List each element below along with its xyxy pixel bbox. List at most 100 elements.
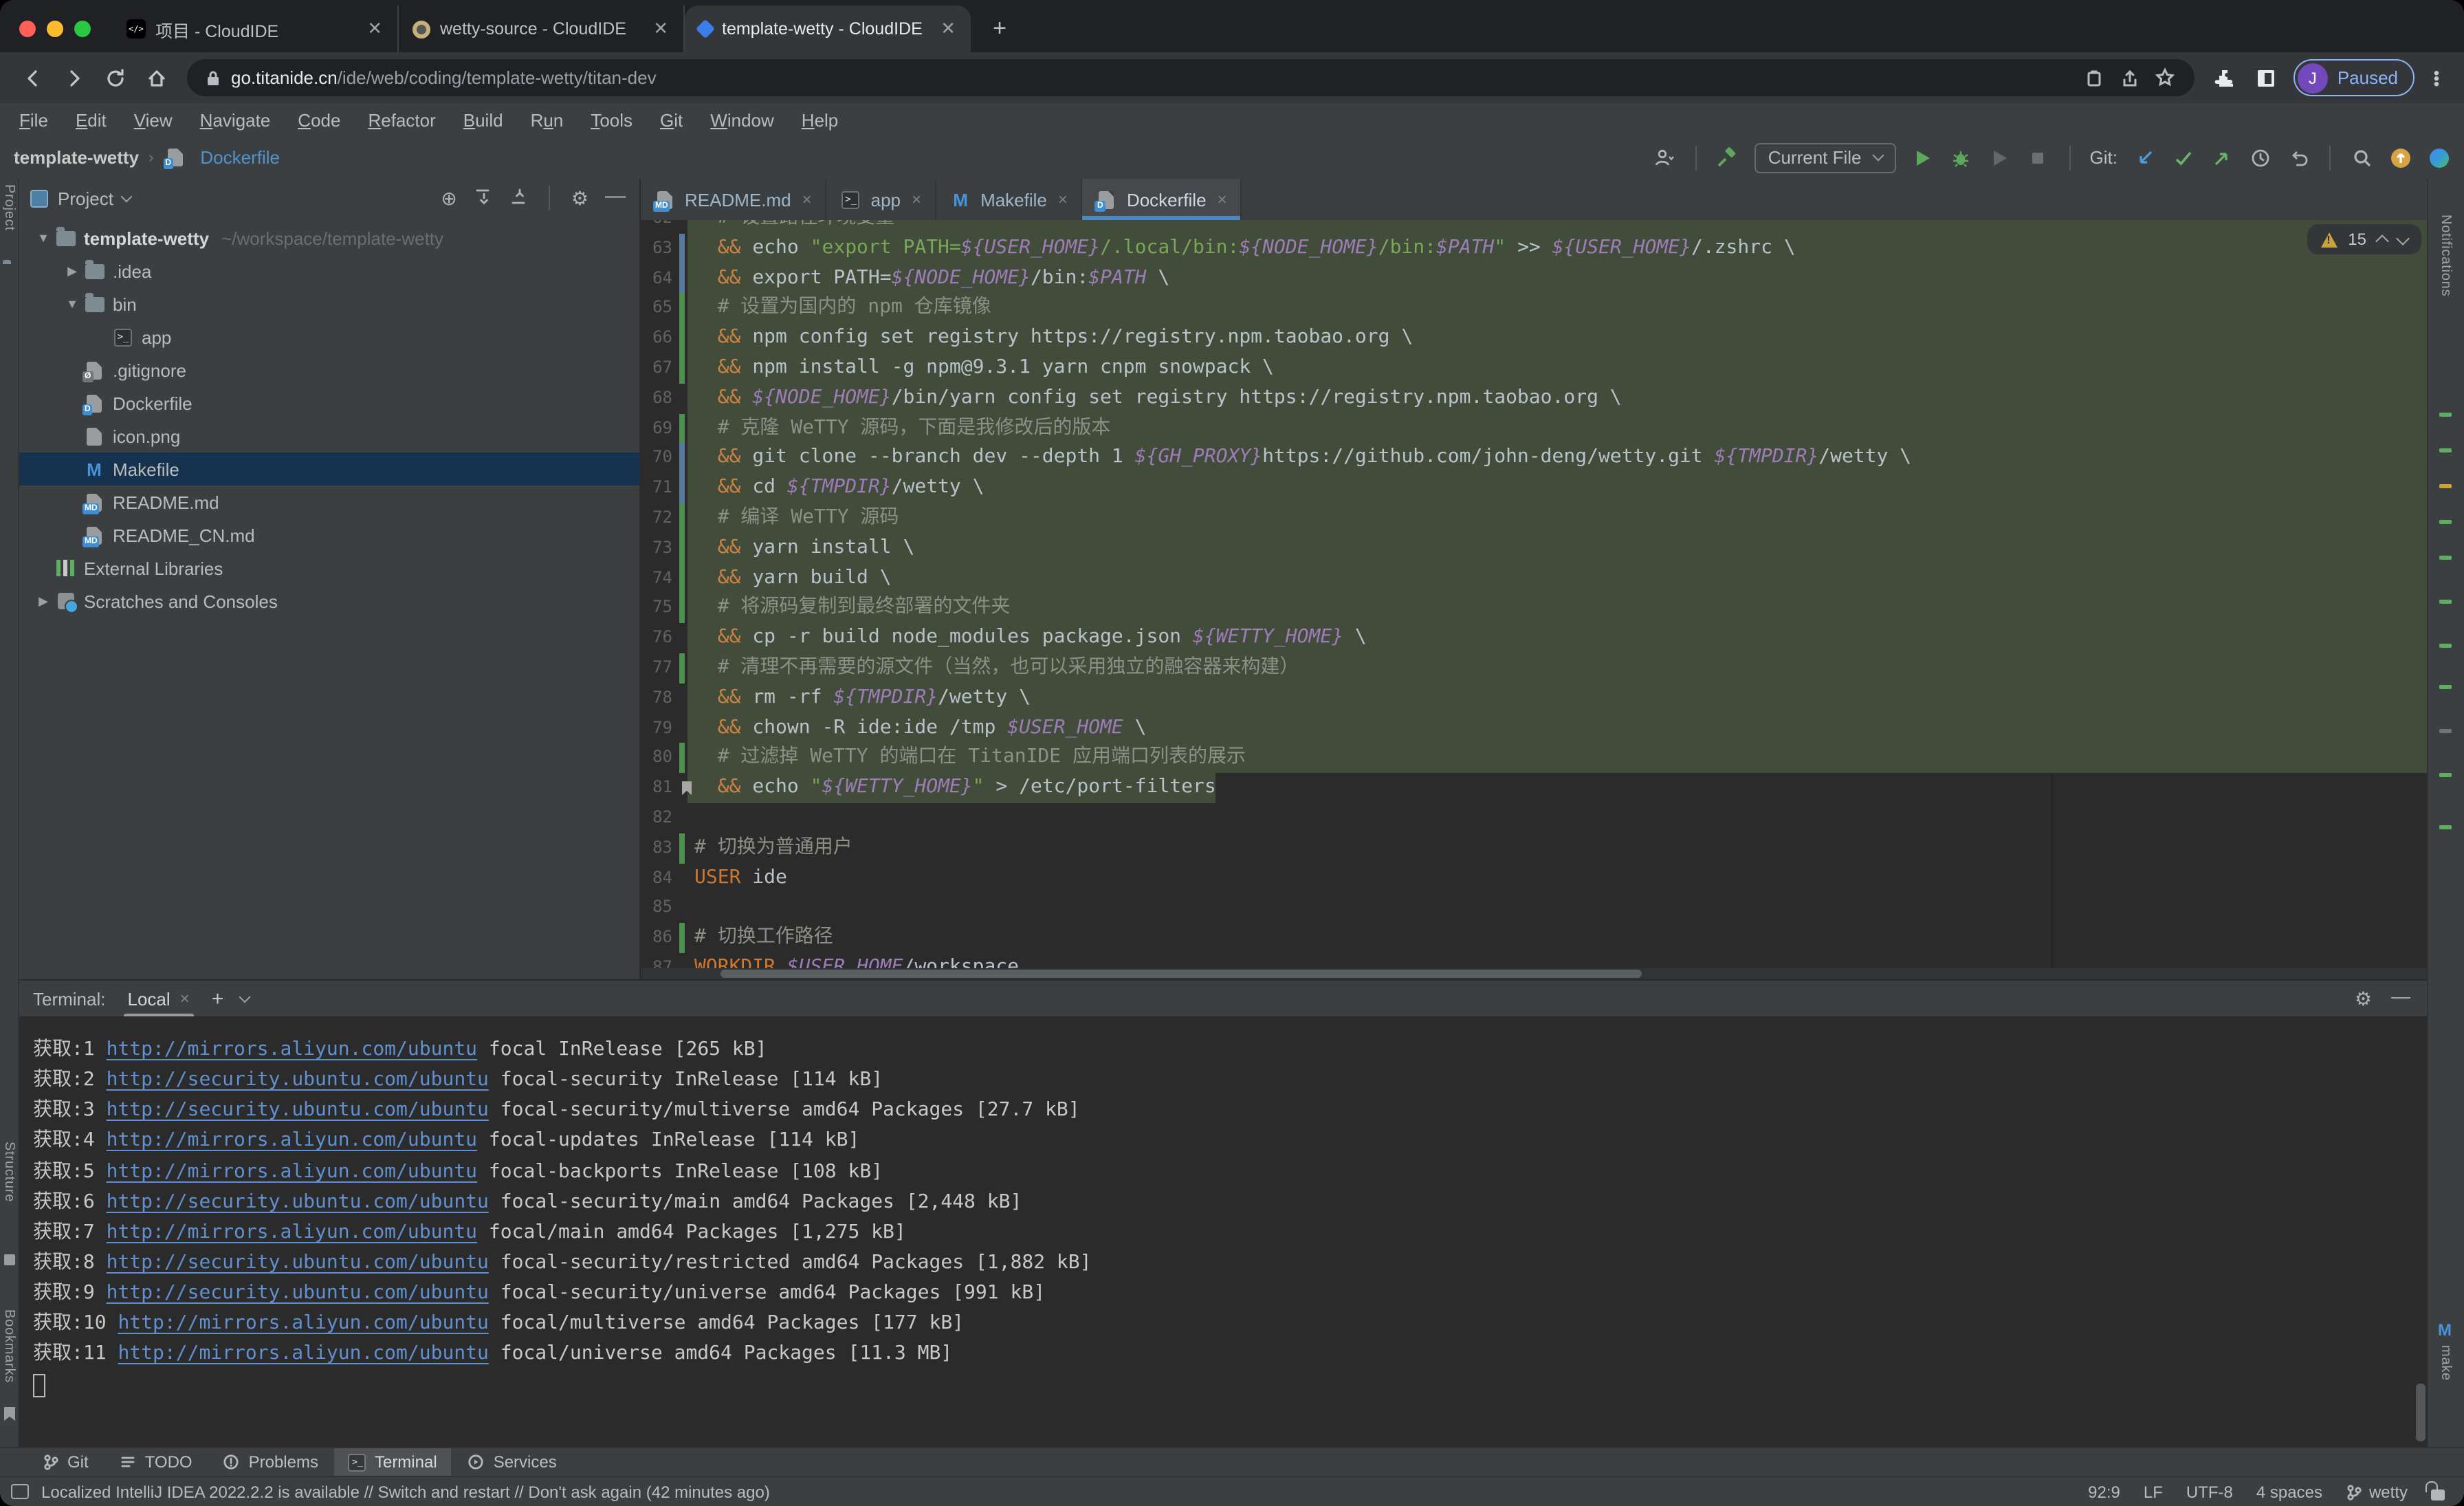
history-clock-icon[interactable] [2248, 146, 2272, 169]
editor-tab-close-icon[interactable]: × [912, 190, 921, 209]
git-push-icon[interactable] [2210, 146, 2233, 169]
prev-problem-icon[interactable] [2375, 234, 2389, 248]
terminal-minimize-icon[interactable]: — [2391, 985, 2410, 1007]
next-problem-icon[interactable] [2396, 231, 2410, 245]
share-icon[interactable] [2112, 68, 2148, 87]
caret-position[interactable]: 92:9 [2088, 1482, 2120, 1501]
tab-close-icon[interactable]: ✕ [936, 18, 960, 40]
terminal-link[interactable]: http://mirrors.aliyun.com/ubuntu [118, 1313, 488, 1335]
forward-icon[interactable] [55, 60, 94, 96]
tree-item-template-wetty[interactable]: ▼template-wetty~/workspace/template-wett… [19, 221, 639, 254]
menu-code[interactable]: Code [284, 109, 354, 130]
tab-close-icon[interactable]: ✕ [649, 18, 672, 40]
browser-tab[interactable]: template-wetty - CloudIDE✕ [685, 6, 971, 52]
breadcrumb-project[interactable]: template-wetty [14, 147, 139, 168]
terminal-link[interactable]: http://security.ubuntu.com/ubuntu [107, 1069, 489, 1091]
back-icon[interactable] [14, 60, 52, 96]
line-separator[interactable]: LF [2144, 1482, 2163, 1501]
tool-stripe-structure-tab[interactable]: Structure [1, 1142, 16, 1202]
lock-icon[interactable] [195, 68, 231, 87]
hide-tool-window-icon[interactable]: — [605, 184, 626, 207]
tool-window-button-todo[interactable]: TODO [105, 1448, 206, 1476]
editor-tab-close-icon[interactable]: × [1058, 190, 1068, 209]
tool-window-button-services[interactable]: Services [454, 1448, 571, 1476]
tool-stripe-notifications-tab[interactable]: Notifications [2438, 215, 2453, 296]
clipboard-icon[interactable] [2076, 68, 2112, 87]
tool-window-button-terminal[interactable]: >_Terminal [335, 1448, 451, 1476]
terminal-settings-gear-icon[interactable]: ⚙ [2355, 987, 2372, 1010]
ide-sphere-icon[interactable] [2427, 146, 2450, 169]
terminal-link[interactable]: http://mirrors.aliyun.com/ubuntu [107, 1221, 477, 1243]
status-message[interactable]: Localized IntelliJ IDEA 2022.2.2 is avai… [41, 1482, 770, 1501]
collapse-all-icon[interactable] [509, 186, 529, 210]
git-branch-widget[interactable]: wetty [2346, 1482, 2408, 1501]
tree-chevron-icon[interactable]: ▶ [62, 263, 82, 279]
reload-icon[interactable] [96, 60, 135, 96]
unlocked-icon[interactable] [2431, 1489, 2445, 1500]
tool-stripe-make-tab[interactable]: make [2438, 1345, 2453, 1381]
menu-tools[interactable]: Tools [577, 109, 646, 130]
menu-build[interactable]: Build [450, 109, 517, 130]
editor-hscrollbar[interactable] [641, 968, 2427, 979]
tree-item-readme-cn-md[interactable]: MDREADME_CN.md [19, 519, 639, 552]
code-area[interactable]: 62 # 设置路径环境变量63 && echo "export PATH=${U… [641, 220, 2427, 979]
file-encoding[interactable]: UTF-8 [2186, 1482, 2233, 1501]
debug-bug-icon[interactable] [1950, 146, 1973, 169]
tool-stripe-project-tab[interactable]: Project [1, 184, 16, 231]
event-log-icon[interactable] [11, 1484, 29, 1499]
user-settings-icon[interactable] [1653, 146, 1676, 169]
browser-tab[interactable]: </>项目 - CloudIDE✕ [113, 6, 399, 52]
profile-chip[interactable]: J Paused [2294, 59, 2414, 96]
extensions-puzzle-icon[interactable] [2206, 60, 2244, 96]
terminal-link[interactable]: http://security.ubuntu.com/ubuntu [107, 1190, 489, 1212]
project-view-chevron-icon[interactable] [121, 190, 133, 202]
tree-chevron-icon[interactable]: ▼ [62, 297, 82, 311]
tool-window-button-git[interactable]: Git [28, 1448, 102, 1476]
menu-file[interactable]: File [6, 109, 62, 130]
breadcrumb-file[interactable]: D Dockerfile [163, 147, 280, 168]
new-tab-button[interactable]: + [979, 8, 1020, 50]
minimize-window-button[interactable] [47, 21, 63, 37]
inspection-widget[interactable]: 15 [2307, 224, 2421, 254]
project-settings-gear-icon[interactable]: ⚙ [571, 186, 588, 210]
bookmark-star-icon[interactable] [2148, 67, 2184, 88]
maximize-window-button[interactable] [74, 21, 91, 37]
menu-view[interactable]: View [120, 109, 186, 130]
tree-item--idea[interactable]: ▶.idea [19, 254, 639, 287]
editor-tab-app[interactable]: >_app× [827, 179, 936, 220]
update-available-icon[interactable] [2388, 146, 2412, 169]
menu-run[interactable]: Run [517, 109, 578, 130]
tab-close-icon[interactable]: ✕ [363, 18, 386, 40]
terminal-link[interactable]: http://security.ubuntu.com/ubuntu [107, 1252, 489, 1274]
terminal-link[interactable]: http://mirrors.aliyun.com/ubuntu [107, 1130, 477, 1152]
run-icon[interactable] [1911, 146, 1935, 169]
git-update-icon[interactable] [2133, 146, 2156, 169]
tree-item-icon-png[interactable]: icon.png [19, 419, 639, 452]
terminal-output[interactable]: 获取:1 http://mirrors.aliyun.com/ubuntu fo… [19, 1016, 2427, 1447]
editor-tab-readme.md[interactable]: MDREADME.md× [641, 179, 827, 220]
rollback-icon[interactable] [2287, 146, 2310, 169]
tree-item-bin[interactable]: ▼bin [19, 287, 639, 320]
editor-tab-close-icon[interactable]: × [1218, 190, 1227, 209]
tool-window-button-problems[interactable]: Problems [209, 1448, 332, 1476]
tree-item-readme-md[interactable]: MDREADME.md [19, 485, 639, 519]
tree-item-external-libraries[interactable]: External Libraries [19, 552, 639, 585]
browser-tab[interactable]: wetty-source - CloudIDE✕ [399, 6, 685, 52]
tree-item-scratches-and-consoles[interactable]: ▶Scratches and Consoles [19, 585, 639, 618]
new-terminal-icon[interactable]: + [212, 987, 224, 1010]
search-everywhere-icon[interactable] [2350, 146, 2373, 169]
terminal-link[interactable]: http://mirrors.aliyun.com/ubuntu [118, 1343, 488, 1365]
tree-chevron-icon[interactable]: ▶ [33, 593, 54, 609]
close-window-button[interactable] [19, 21, 36, 37]
indent-setting[interactable]: 4 spaces [2256, 1482, 2322, 1501]
project-tool-title[interactable]: Project [58, 188, 113, 208]
tree-chevron-icon[interactable]: ▼ [33, 231, 54, 245]
menu-edit[interactable]: Edit [62, 109, 120, 130]
home-icon[interactable] [138, 60, 176, 96]
tree-item-app[interactable]: >_app [19, 320, 639, 353]
browser-menu-icon[interactable]: ••• [2423, 69, 2450, 86]
tree-item-dockerfile[interactable]: DDockerfile [19, 386, 639, 419]
build-hammer-icon[interactable] [1716, 146, 1739, 169]
terminal-link[interactable]: http://mirrors.aliyun.com/ubuntu [107, 1160, 477, 1182]
bookmark-stripe-icon[interactable] [4, 1407, 15, 1421]
